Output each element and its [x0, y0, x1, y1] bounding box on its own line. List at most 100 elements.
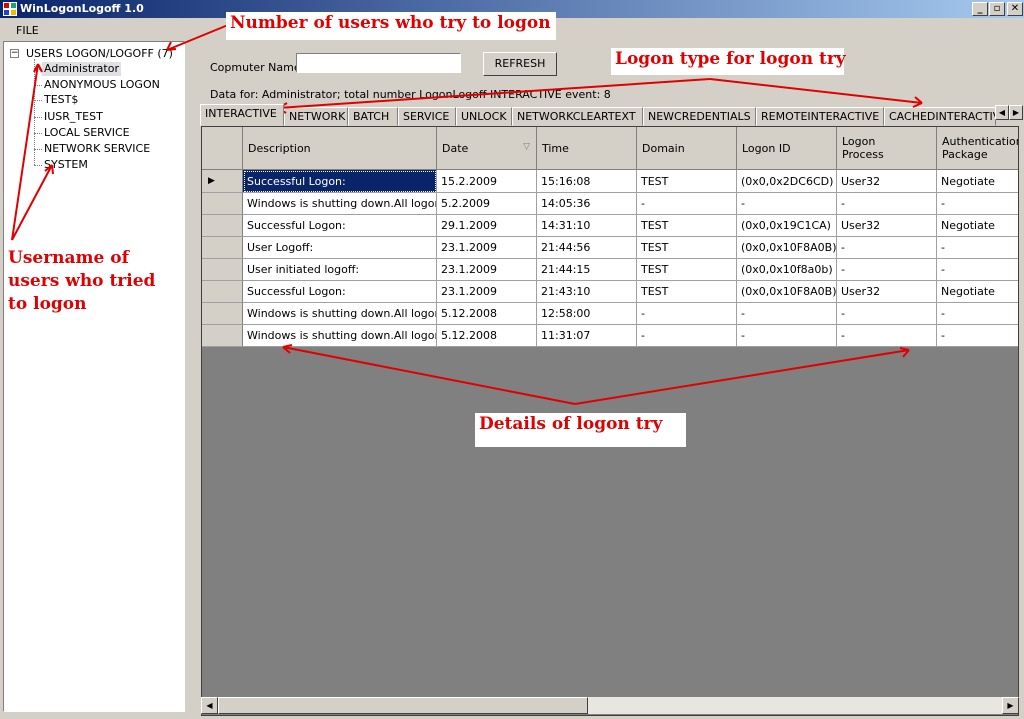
cell-description[interactable]: Windows is shutting down.All logon s... [243, 325, 437, 347]
cell-logon-process[interactable]: User32 [837, 215, 937, 237]
cell-date[interactable]: 15.2.2009 [437, 170, 537, 193]
tree-user-administrator[interactable]: Administrator [42, 62, 121, 76]
table-row[interactable]: User Logoff: 23.1.2009 21:44:56 TEST (0x… [202, 237, 1018, 259]
cell-date[interactable]: 5.12.2008 [437, 325, 537, 347]
cell-logon-process[interactable]: - [837, 237, 937, 259]
column-header-description[interactable]: Description [243, 127, 437, 170]
cell-time[interactable]: 14:31:10 [537, 215, 637, 237]
cell-authentication-package[interactable]: - [937, 259, 1018, 281]
cell-time[interactable]: 15:16:08 [537, 170, 637, 193]
close-button[interactable]: ✕ [1007, 2, 1023, 16]
cell-authentication-package[interactable]: - [937, 303, 1018, 325]
tree-user-test[interactable]: TEST$ [42, 93, 80, 107]
row-header[interactable] [202, 303, 243, 325]
cell-date[interactable]: 23.1.2009 [437, 259, 537, 281]
row-header[interactable] [202, 215, 243, 237]
cell-logon-id[interactable]: - [737, 193, 837, 215]
cell-domain[interactable]: TEST [637, 281, 737, 303]
cell-domain[interactable]: - [637, 193, 737, 215]
tree-root-label[interactable]: USERS LOGON/LOGOFF (7) [26, 47, 173, 60]
cell-logon-id[interactable]: (0x0,0x2DC6CD) [737, 170, 837, 193]
cell-authentication-package[interactable]: Negotiate [937, 215, 1018, 237]
scroll-left-icon[interactable]: ◀ [201, 697, 218, 714]
cell-time[interactable]: 21:44:56 [537, 237, 637, 259]
tab-interactive[interactable]: INTERACTIVE [200, 104, 284, 126]
cell-authentication-package[interactable]: Negotiate [937, 170, 1018, 193]
tab-batch[interactable]: BATCH [348, 107, 398, 126]
cell-logon-id[interactable]: - [737, 303, 837, 325]
horizontal-scrollbar[interactable]: ◀ ▶ [201, 697, 1019, 714]
cell-description[interactable]: Windows is shutting down.All logon s... [243, 193, 437, 215]
cell-time[interactable]: 14:05:36 [537, 193, 637, 215]
cell-description[interactable]: Successful Logon: [243, 281, 437, 303]
tab-remoteinteractive[interactable]: REMOTEINTERACTIVE [756, 107, 884, 126]
tab-scroll-right-icon[interactable]: ▶ [1009, 105, 1023, 120]
cell-date[interactable]: 23.1.2009 [437, 281, 537, 303]
tab-network[interactable]: NETWORK [284, 107, 348, 126]
column-header-authentication-package[interactable]: Authentication Package [937, 127, 1018, 170]
minimize-button[interactable]: _ [972, 2, 988, 16]
tree-user-anonymous-logon[interactable]: ANONYMOUS LOGON [42, 78, 162, 92]
table-row[interactable]: User initiated logoff: 23.1.2009 21:44:1… [202, 259, 1018, 281]
column-header-date[interactable]: Date ▽ [437, 127, 537, 170]
tab-newcredentials[interactable]: NEWCREDENTIALS [643, 107, 756, 126]
tab-cachedinteractive[interactable]: CACHEDINTERACTIVE [884, 107, 996, 126]
cell-date[interactable]: 23.1.2009 [437, 237, 537, 259]
cell-domain[interactable]: TEST [637, 237, 737, 259]
row-header[interactable]: ▶ [202, 170, 243, 193]
cell-time[interactable]: 21:44:15 [537, 259, 637, 281]
tree-user-local-service[interactable]: LOCAL SERVICE [42, 126, 132, 140]
cell-logon-id[interactable]: (0x0,0x10F8A0B) [737, 281, 837, 303]
computer-name-input[interactable] [296, 53, 461, 73]
tab-service[interactable]: SERVICE [398, 107, 456, 126]
maximize-button[interactable]: ▫ [989, 2, 1005, 16]
column-header-logon-id[interactable]: Logon ID [737, 127, 837, 170]
cell-date[interactable]: 29.1.2009 [437, 215, 537, 237]
row-header[interactable] [202, 193, 243, 215]
cell-domain[interactable]: - [637, 303, 737, 325]
cell-authentication-package[interactable]: - [937, 193, 1018, 215]
tab-unlock[interactable]: UNLOCK [456, 107, 512, 126]
scroll-thumb[interactable] [218, 697, 588, 714]
cell-description[interactable]: Windows is shutting down.All logon s... [243, 303, 437, 325]
cell-logon-process[interactable]: - [837, 303, 937, 325]
collapse-icon[interactable]: − [10, 49, 19, 58]
column-header-domain[interactable]: Domain [637, 127, 737, 170]
scroll-right-icon[interactable]: ▶ [1002, 697, 1019, 714]
cell-date[interactable]: 5.12.2008 [437, 303, 537, 325]
cell-logon-id[interactable]: (0x0,0x19C1CA) [737, 215, 837, 237]
refresh-button[interactable]: REFRESH [483, 52, 557, 76]
cell-domain[interactable]: TEST [637, 259, 737, 281]
cell-authentication-package[interactable]: Negotiate [937, 281, 1018, 303]
tree-user-network-service[interactable]: NETWORK SERVICE [42, 142, 152, 156]
cell-logon-id[interactable]: (0x0,0x10f8a0b) [737, 259, 837, 281]
row-header[interactable] [202, 325, 243, 347]
cell-logon-id[interactable]: (0x0,0x10F8A0B) [737, 237, 837, 259]
table-row[interactable]: ▶ Successful Logon: 15.2.2009 15:16:08 T… [202, 170, 1018, 193]
cell-authentication-package[interactable]: - [937, 325, 1018, 347]
cell-domain[interactable]: - [637, 325, 737, 347]
cell-description[interactable]: Successful Logon: [243, 215, 437, 237]
cell-logon-process[interactable]: User32 [837, 281, 937, 303]
cell-domain[interactable]: TEST [637, 170, 737, 193]
table-row[interactable]: Successful Logon: 23.1.2009 21:43:10 TES… [202, 281, 1018, 303]
table-row[interactable]: Successful Logon: 29.1.2009 14:31:10 TES… [202, 215, 1018, 237]
cell-logon-process[interactable]: User32 [837, 170, 937, 193]
cell-date[interactable]: 5.2.2009 [437, 193, 537, 215]
row-header[interactable] [202, 281, 243, 303]
cell-time[interactable]: 21:43:10 [537, 281, 637, 303]
row-header[interactable] [202, 237, 243, 259]
cell-logon-process[interactable]: - [837, 193, 937, 215]
cell-time[interactable]: 12:58:00 [537, 303, 637, 325]
table-row[interactable]: Windows is shutting down.All logon s... … [202, 193, 1018, 215]
tab-networkcleartext[interactable]: NETWORKCLEARTEXT [512, 107, 643, 126]
tab-scroll-left-icon[interactable]: ◀ [995, 105, 1009, 120]
table-row[interactable]: Windows is shutting down.All logon s... … [202, 325, 1018, 347]
cell-time[interactable]: 11:31:07 [537, 325, 637, 347]
cell-logon-process[interactable]: - [837, 259, 937, 281]
cell-domain[interactable]: TEST [637, 215, 737, 237]
users-tree[interactable]: − USERS LOGON/LOGOFF (7) Administrator A… [3, 41, 185, 712]
cell-description[interactable]: User initiated logoff: [243, 259, 437, 281]
cell-logon-process[interactable]: - [837, 325, 937, 347]
row-header[interactable] [202, 259, 243, 281]
